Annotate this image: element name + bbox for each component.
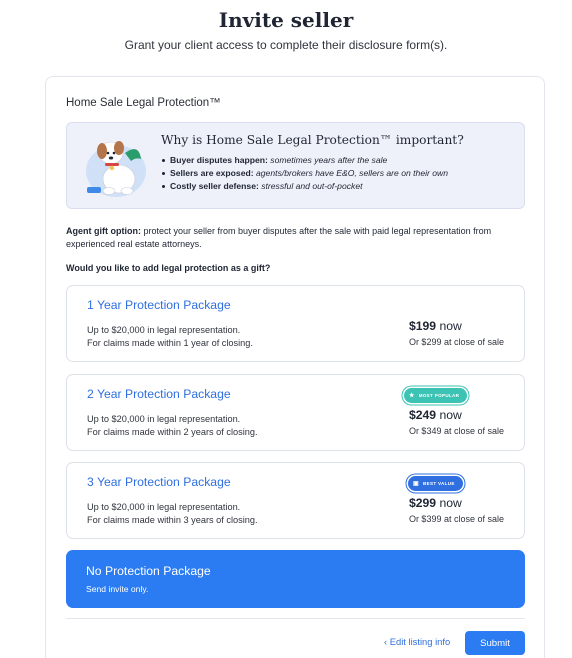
package-description: Up to $20,000 in legal representation. Fo… <box>87 325 253 348</box>
page-title: Invite seller <box>218 8 354 32</box>
package-name: No Protection Package <box>86 564 211 578</box>
package-name: 3 Year Protection Package <box>87 475 231 489</box>
package-description: Up to $20,000 in legal representation. Fo… <box>87 502 258 525</box>
package-price: $249 now Or $349 at close of sale <box>408 408 504 436</box>
invite-card: Home Sale Legal Protection™ Why is Home … <box>45 76 545 658</box>
package-option-3-year[interactable]: 3 Year Protection Package ▣ Best Value U… <box>66 462 525 539</box>
best-value-badge: ▣ Best Value <box>408 476 463 491</box>
package-description: Up to $20,000 in legal representation. Fo… <box>87 414 258 437</box>
package-option-none[interactable]: No Protection Package Send invite only. <box>66 550 525 608</box>
package-name: 2 Year Protection Package <box>87 387 231 401</box>
star-icon: ★ <box>409 393 415 399</box>
info-bullet: Sellers are exposed: agents/brokers have… <box>161 167 448 180</box>
info-box: Why is Home Sale Legal Protection™ impor… <box>66 122 525 209</box>
package-price: $299 now Or $399 at close of sale <box>408 496 504 524</box>
info-bullet-list: Buyer disputes happen: sometimes years a… <box>161 154 448 193</box>
section-title: Home Sale Legal Protection™ <box>66 97 221 109</box>
gift-question: Would you like to add legal protection a… <box>66 263 271 273</box>
info-bullet: Costly seller defense: stressful and out… <box>161 180 448 193</box>
page-subtitle: Grant your client access to complete the… <box>124 38 448 52</box>
package-option-2-year[interactable]: 2 Year Protection Package ★ Most Popular… <box>66 374 525 451</box>
gift-description: Agent gift option: protect your seller f… <box>66 226 492 249</box>
package-description: Send invite only. <box>86 584 149 594</box>
package-name: 1 Year Protection Package <box>87 298 231 312</box>
value-tag-icon: ▣ <box>413 481 419 487</box>
dog-illustration-icon <box>86 141 146 197</box>
submit-button[interactable]: Submit <box>465 631 525 655</box>
most-popular-badge: ★ Most Popular <box>404 388 468 403</box>
info-bullet: Buyer disputes happen: sometimes years a… <box>161 154 448 167</box>
edit-listing-link[interactable]: ‹ Edit listing info <box>384 636 450 647</box>
package-price: $199 now Or $299 at close of sale <box>408 319 504 347</box>
package-option-1-year[interactable]: 1 Year Protection Package Up to $20,000 … <box>66 285 525 362</box>
footer-divider <box>66 618 525 619</box>
info-title: Why is Home Sale Legal Protection™ impor… <box>161 133 464 147</box>
